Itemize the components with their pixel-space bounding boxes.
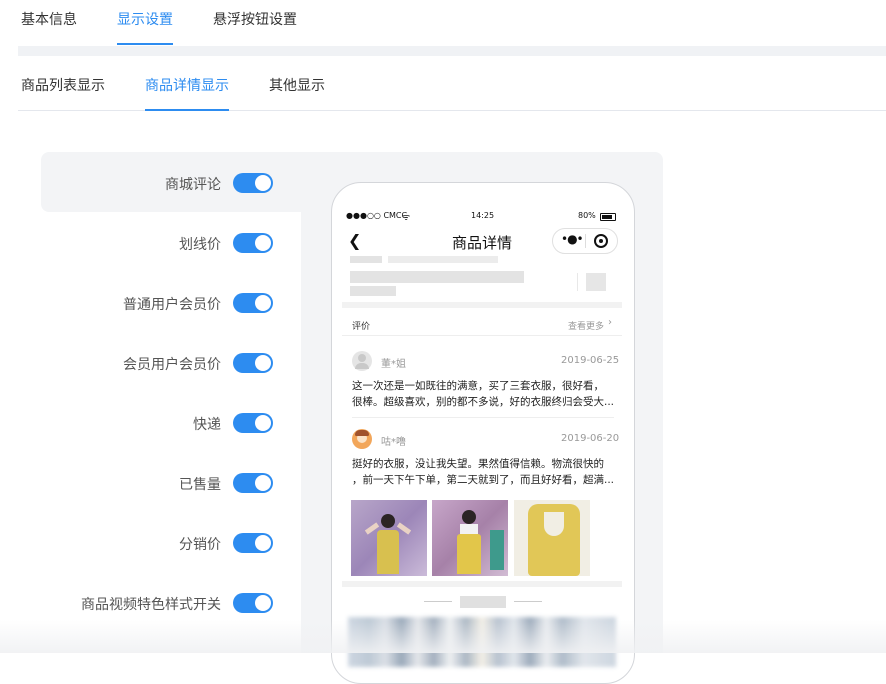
battery-icon <box>600 213 616 221</box>
section-gap <box>342 581 622 587</box>
setting-label: 划线价 <box>179 237 221 253</box>
reviewer-name: 董*姐 <box>381 359 406 370</box>
section-gap <box>342 302 622 308</box>
tab-detail-display[interactable]: 商品详情显示 <box>145 75 229 95</box>
section-separator <box>0 46 886 56</box>
review-date: 2019-06-20 <box>561 433 620 444</box>
tab-basic-info[interactable]: 基本信息 <box>21 9 77 29</box>
setting-label: 分销价 <box>179 537 221 553</box>
wifi-icon: ᯤ <box>402 213 411 223</box>
divider <box>342 335 622 336</box>
placeholder-bar <box>350 286 396 296</box>
top-tab-bar: 基本信息 显示设置 悬浮按钮设置 <box>0 0 886 46</box>
divider <box>424 601 452 602</box>
see-more-link[interactable]: 查看更多 <box>568 319 604 332</box>
placeholder-bar <box>586 273 606 291</box>
setting-label: 已售量 <box>179 477 221 493</box>
more-icon[interactable]: •●• <box>561 232 584 246</box>
review-header: 评价 <box>352 322 371 332</box>
blurred-image <box>348 617 616 667</box>
review-text-line: 挺好的衣服，没让我失望。果然值得信赖。物流很快的 <box>352 458 604 470</box>
setting-row-distribution-price: 分销价 <box>41 529 301 557</box>
reviewer-name: 咕*噜 <box>381 437 406 448</box>
toggle-switch[interactable] <box>233 473 273 493</box>
battery-percent: 80% <box>578 211 596 220</box>
tab-floating-button-settings[interactable]: 悬浮按钮设置 <box>213 9 297 29</box>
phone-nav-bar: ❮ 商品详情 •●• <box>332 227 632 255</box>
setting-row-strike-price: 划线价 <box>41 229 301 257</box>
tab-other-display[interactable]: 其他显示 <box>269 75 325 95</box>
divider <box>514 601 542 602</box>
placeholder-bar <box>460 596 506 608</box>
placeholder-bar <box>350 271 524 283</box>
review-text-line: ，前一天下午下单，第二天就到了，而且好好看，超满... <box>352 474 615 486</box>
divider <box>352 417 614 418</box>
setting-label: 快递 <box>193 417 221 433</box>
setting-label: 会员用户会员价 <box>123 357 221 373</box>
setting-row-video-style: 商品视频特色样式开关 <box>41 589 301 617</box>
sub-tab-bar: 商品列表显示 商品详情显示 其他显示 <box>0 56 886 111</box>
toggle-switch[interactable] <box>233 233 273 253</box>
placeholder-bar <box>350 256 382 263</box>
toggle-switch[interactable] <box>233 533 273 553</box>
review-text-line: 这一次还是一如既往的满意，买了三套衣服，很好看， <box>352 380 604 392</box>
chevron-right-icon: › <box>608 317 612 328</box>
phone-status-bar: ●●●○○ CMCC ᯤ 14:25 80% <box>332 211 632 225</box>
setting-label: 商城评论 <box>165 177 221 193</box>
divider <box>577 273 578 291</box>
toggle-switch[interactable] <box>233 593 273 613</box>
tab-list-display[interactable]: 商品列表显示 <box>21 75 105 95</box>
toggle-switch[interactable] <box>233 173 273 193</box>
close-target-icon[interactable] <box>594 234 608 248</box>
review-photo[interactable] <box>514 500 590 576</box>
phone-preview: ●●●○○ CMCC ᯤ 14:25 80% ❮ 商品详情 •●• 评价 查看更… <box>331 182 635 684</box>
active-subtab-underline <box>145 109 229 111</box>
tab-display-settings[interactable]: 显示设置 <box>117 9 173 29</box>
avatar <box>352 429 372 449</box>
setting-row-member-price: 会员用户会员价 <box>41 349 301 377</box>
active-tab-underline <box>117 43 173 45</box>
toggle-switch[interactable] <box>233 353 273 373</box>
carrier-signal: ●●●○○ CMCC <box>346 211 408 220</box>
setting-row-mall-review: 商城评论 <box>41 169 301 197</box>
avatar <box>352 351 372 371</box>
review-date: 2019-06-25 <box>561 355 620 366</box>
review-text-line: 很棒。超级喜欢，别的都不多说，好的衣服终归会受大... <box>352 396 615 408</box>
review-photo[interactable] <box>432 500 508 576</box>
review-photo[interactable] <box>351 500 427 576</box>
status-time: 14:25 <box>471 211 495 220</box>
toggle-switch[interactable] <box>233 293 273 313</box>
setting-row-normal-member-price: 普通用户会员价 <box>41 289 301 317</box>
setting-label: 商品视频特色样式开关 <box>81 597 221 613</box>
toggle-switch[interactable] <box>233 413 273 433</box>
setting-row-sold-count: 已售量 <box>41 469 301 497</box>
setting-row-express: 快递 <box>41 409 301 437</box>
setting-label: 普通用户会员价 <box>123 297 221 313</box>
mini-program-capsule[interactable]: •●• <box>552 228 618 254</box>
placeholder-bar <box>388 256 498 263</box>
